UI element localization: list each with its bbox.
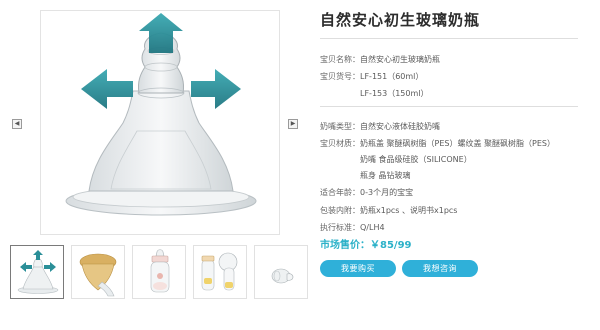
- thumbnail-bottle-pump[interactable]: [193, 245, 247, 299]
- detail-value: Q/LH4: [360, 223, 385, 232]
- divider: [320, 106, 578, 107]
- detail-label: 宝贝材质：: [320, 139, 360, 148]
- detail-label: 包装内附：: [320, 206, 360, 215]
- gallery-next-button[interactable]: ▶: [288, 119, 298, 129]
- detail-row-sku: 宝贝货号：LF-151（60ml）: [320, 72, 423, 82]
- detail-label: 奶嘴类型：: [320, 122, 360, 131]
- detail-value: 奶嘴 食品级硅胶（SILICONE）: [360, 155, 472, 164]
- bottle-small-thumb: [150, 249, 170, 293]
- detail-label: 适合年龄：: [320, 188, 360, 197]
- detail-row-material: 宝贝材质：奶瓶盖 聚醚砜树脂（PES）螺纹盖 聚醚砜树脂（PES）: [320, 139, 555, 149]
- detail-row-nipple-type: 奶嘴类型：自然安心液体硅胶奶嘴: [320, 122, 440, 132]
- detail-value: 0-3个月的宝宝: [360, 188, 414, 197]
- detail-value: LF-153（150ml）: [360, 89, 429, 98]
- detail-value: LF-151（60ml）: [360, 72, 424, 81]
- detail-row-age: 适合年龄：0-3个月的宝宝: [320, 188, 413, 198]
- divider: [320, 38, 578, 39]
- thumbnail-nipple-arrows[interactable]: [10, 245, 64, 299]
- nipple-illustration: [65, 13, 257, 216]
- nipple-gold-thumb: [79, 253, 117, 297]
- thumbnail-nipple-side[interactable]: [254, 245, 308, 299]
- detail-row-standard: 执行标准：Q/LH4: [320, 223, 385, 233]
- detail-value: 自然安心初生玻璃奶瓶: [360, 55, 440, 64]
- detail-value: 自然安心液体硅胶奶嘴: [360, 122, 440, 131]
- bottle-pump-thumb: [201, 252, 238, 291]
- nipple-side-thumb: [271, 268, 294, 284]
- detail-label: 宝贝货号：: [320, 72, 360, 81]
- detail-row-package: 包装内附：奶瓶x1pcs 、说明书x1pcs: [320, 206, 457, 216]
- price-value: ￥85/99: [370, 240, 412, 251]
- price-label: 市场售价：: [320, 240, 370, 251]
- buy-button[interactable]: 我要购买: [320, 260, 396, 277]
- detail-row-name: 宝贝名称：自然安心初生玻璃奶瓶: [320, 55, 440, 65]
- detail-label: 宝贝名称：: [320, 55, 360, 64]
- detail-value: 奶瓶盖 聚醚砜树脂（PES）螺纹盖 聚醚砜树脂（PES）: [360, 139, 555, 148]
- thumbnail-nipple-gold[interactable]: [71, 245, 125, 299]
- main-product-image: [40, 10, 280, 235]
- thumbnail-strip: [10, 245, 308, 299]
- detail-value: 奶瓶x1pcs 、说明书x1pcs: [360, 206, 458, 215]
- thumbnail-bottle-small[interactable]: [132, 245, 186, 299]
- nipple-arrows-thumb: [17, 250, 59, 294]
- detail-value: 瓶身 晶钻玻璃: [360, 171, 411, 180]
- inquire-button[interactable]: 我想咨询: [402, 260, 478, 277]
- gallery-prev-button[interactable]: ◀: [12, 119, 22, 129]
- product-title: 自然安心初生玻璃奶瓶: [320, 11, 481, 29]
- detail-label: 执行标准：: [320, 223, 360, 232]
- market-price: 市场售价：￥85/99: [320, 236, 411, 251]
